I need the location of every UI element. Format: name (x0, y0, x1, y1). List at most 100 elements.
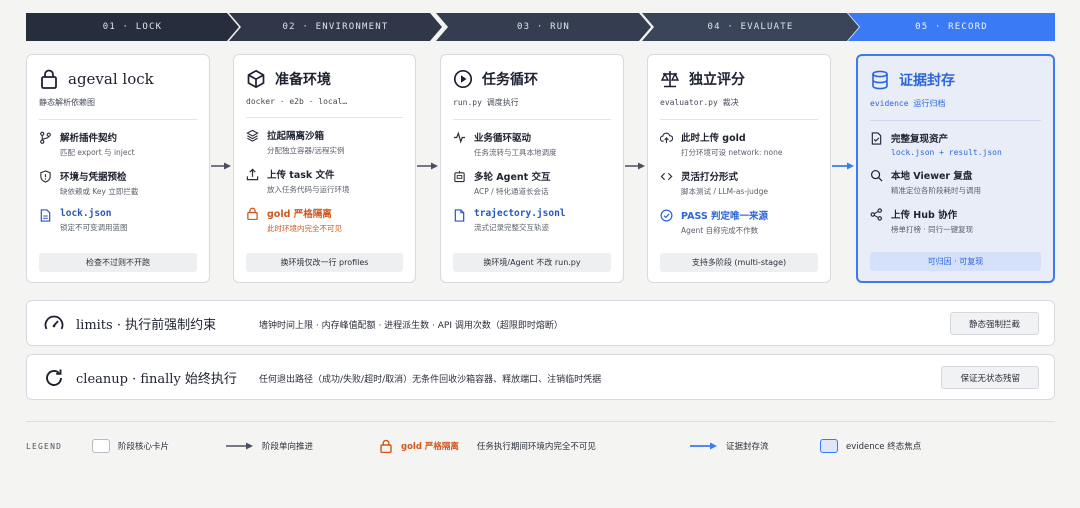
arrow-connector (211, 162, 231, 170)
stateless-guarantee-button[interactable]: 保证无状态残留 (941, 366, 1039, 389)
activity-icon (453, 131, 466, 144)
file-icon (454, 209, 465, 222)
item-title: 业务循环驱动 (474, 133, 532, 144)
divider (246, 117, 403, 118)
card-title: 证据封存 (899, 73, 955, 89)
card-footer: 支持多阶段 (multi-stage) (660, 253, 818, 272)
play-circle-icon (453, 69, 473, 89)
card-run: 任务循环 run.py 调度执行 业务循环驱动 任务流转与工具本地调度 多轮 Ag… (440, 54, 624, 283)
item-desc: 精准定位各阶段耗时与调用 (891, 186, 981, 195)
divider (453, 119, 611, 120)
file-check-icon (871, 132, 882, 145)
card-item: 此时上传 gold 打分环境可设 network: none (660, 130, 818, 158)
lock-icon (380, 439, 392, 453)
cleanup-desc: 任何退出路径（成功/失败/超时/取消）无条件回收沙箱容器、释放端口、注销临时凭据 (259, 375, 602, 385)
card-lock: ageval lock 静态解析依赖图 解析插件契约 匹配 export 与 in… (26, 54, 210, 283)
card-item: 拉起隔离沙箱分配独立容器/远程实例 (246, 128, 403, 156)
legend-text: 任务执行期间环境内完全不可见 (476, 442, 596, 452)
item-title: 环境与凭据预检 (60, 172, 127, 183)
item-desc: Agent 自称完成不作数 (681, 226, 759, 235)
stage-environment: 02 · ENVIRONMENT (229, 13, 442, 41)
layers-icon (246, 129, 259, 142)
card-subtitle: docker · e2b · local… (246, 97, 348, 106)
evidence-arrow-connector (832, 162, 854, 170)
legend-item-evidence-flow: 证据封存流 (690, 437, 769, 455)
card-item: 上传 task 文件 放入任务代码与运行环境 (246, 167, 403, 195)
card-footer: 换环境仅改一行 profiles (246, 253, 403, 272)
item-title: 拉起隔离沙箱 (267, 131, 325, 142)
check-circle-icon (660, 209, 673, 222)
refresh-icon (46, 369, 62, 386)
item-desc: 任务流转与工具本地调度 (474, 148, 557, 157)
file-icon (40, 209, 51, 222)
card-subtitle: run.py 调度执行 (453, 98, 519, 107)
item-desc: ACP / 特化通道长会话 (474, 187, 549, 196)
legend-text: evidence 终态焦点 (846, 442, 922, 452)
card-item: 解析插件契约 匹配 export 与 inject (39, 130, 197, 158)
arrow-connector (625, 162, 645, 170)
card-item: PASS 判定唯一来源 Agent 自称完成不作数 (660, 208, 818, 236)
bot-icon (454, 170, 465, 183)
card-swatch (92, 439, 110, 453)
gauge-icon (44, 315, 64, 330)
card-subtitle: 静态解析依赖图 (39, 98, 95, 107)
legend: LEGEND (26, 437, 62, 455)
card-title: ageval lock (68, 70, 154, 88)
static-enforce-button[interactable]: 静态强制拦截 (949, 312, 1039, 335)
cleanup-title: cleanup · finally 始终执行 (76, 372, 237, 387)
evidence-arrow-icon (690, 442, 717, 450)
legend-text: 阶段核心卡片 (118, 442, 170, 452)
lock-icon (39, 69, 59, 89)
card-item: 业务循环驱动任务流转与工具本地调度 (453, 130, 611, 158)
divider (26, 421, 1055, 422)
divider (39, 119, 197, 120)
card-title: 准备环境 (275, 72, 331, 88)
card-subtitle: evidence 运行归档 (870, 99, 946, 108)
card-item: 环境与凭据预检 缺依赖或 Key 立即拦截 (39, 169, 197, 197)
card-item: lock.json 锁定不可变调用蓝图 (39, 208, 197, 233)
divider (660, 119, 818, 120)
card-item: 本地 Viewer 复盘 精准定位各阶段耗时与调用 (870, 168, 1041, 196)
card-title: 独立评分 (689, 72, 745, 88)
cube-icon (246, 69, 266, 89)
item-title: lock.json (60, 208, 112, 219)
item-desc: 脚本测试 / LLM-as-judge (681, 187, 769, 196)
limits-title: limits · 执行前强制约束 (76, 318, 217, 333)
card-footer: 换环境/Agent 不改 run.py (453, 253, 611, 272)
item-title: 解析插件契约 (60, 133, 118, 144)
card-evaluate: 独立评分 evaluator.py 裁决 此时上传 gold 打分环境可设 net… (647, 54, 831, 283)
legend-text: 证据封存流 (726, 442, 769, 452)
cleanup-row: cleanup · finally 始终执行 任何退出路径（成功/失败/超时/取… (26, 354, 1055, 400)
item-title: 灵活打分形式 (681, 172, 739, 183)
card-item: 完整复现资产 lock.json + result.json (870, 131, 1041, 157)
limits-desc: 墙钟时间上限 · 内存峰值配额 · 进程派生数 · API 调用次数（超限即时熔… (259, 321, 563, 331)
legend-item-focus: evidence 终态焦点 (820, 437, 921, 455)
upload-icon (246, 168, 259, 181)
item-title: 本地 Viewer 复盘 (891, 171, 973, 182)
legend-item-isolation: gold 严格隔离 任务执行期间环境内完全不可见 (379, 437, 596, 455)
lock-icon (247, 207, 258, 220)
limits-row: limits · 执行前强制约束 墙钟时间上限 · 内存峰值配额 · 进程派生数… (26, 300, 1055, 346)
stage-lock: 01 · LOCK (26, 13, 239, 41)
item-title: 此时上传 gold (681, 133, 746, 144)
item-desc: 分配独立容器/远程实例 (267, 146, 345, 155)
item-title: gold 严格隔离 (267, 209, 332, 220)
card-record: 证据封存 evidence 运行归档 完整复现资产 lock.json + res… (856, 54, 1055, 283)
item-desc: 放入任务代码与运行环境 (267, 185, 350, 194)
legend-label: LEGEND (26, 441, 63, 451)
code-icon (660, 172, 673, 181)
share-icon (870, 208, 882, 221)
item-title: 上传 Hub 协作 (891, 210, 958, 221)
divider (870, 120, 1041, 121)
item-title: 完整复现资产 (891, 134, 949, 145)
stage-bar: 01 · LOCK 02 · ENVIRONMENT 03 · RUN 04 ·… (26, 13, 1055, 41)
card-footer: 可归因 · 可复现 (870, 252, 1041, 271)
stage-record: 05 · RECORD (848, 13, 1055, 41)
scale-icon (660, 69, 680, 89)
search-icon (870, 169, 883, 182)
legend-item-arrow: 阶段单向推进 (226, 437, 313, 455)
card-subtitle: evaluator.py 裁决 (660, 98, 739, 107)
shield-alert-icon (40, 170, 51, 183)
item-desc: 此时环境内完全不可见 (267, 224, 342, 233)
card-item: trajectory.jsonl 流式记录完整交互轨迹 (453, 208, 611, 233)
